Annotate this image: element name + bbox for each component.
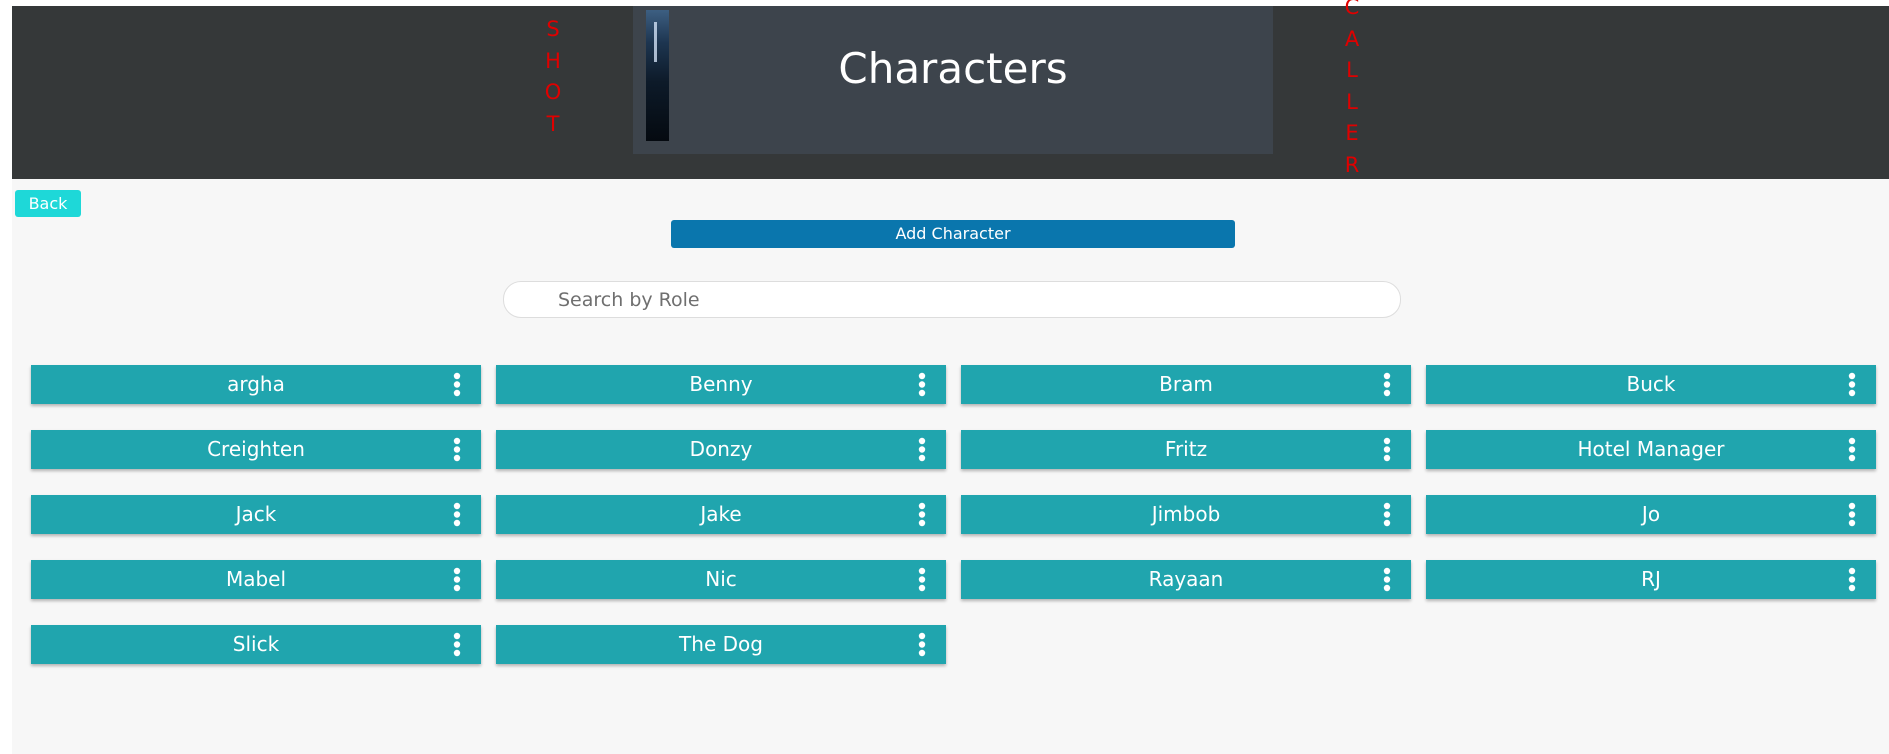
character-card[interactable]: Fritz xyxy=(961,430,1411,469)
character-name: RJ xyxy=(1641,567,1661,591)
character-card[interactable]: Jimbob xyxy=(961,495,1411,534)
character-card[interactable]: RJ xyxy=(1426,560,1876,599)
more-vertical-icon[interactable] xyxy=(912,434,932,465)
more-vertical-icon[interactable] xyxy=(447,499,467,530)
more-vertical-icon[interactable] xyxy=(447,369,467,400)
more-vertical-icon[interactable] xyxy=(447,434,467,465)
characters-grid: argha Benny Bram Buck Creighten Donzy Fritz Hot… xyxy=(31,365,1876,664)
character-name: Jo xyxy=(1641,502,1661,526)
character-card[interactable]: Rayaan xyxy=(961,560,1411,599)
character-name: Jake xyxy=(700,502,742,526)
shot-vertical-text: S H O T xyxy=(544,17,562,136)
more-vertical-icon[interactable] xyxy=(447,629,467,660)
page: S H O T Characters C A L L E R Back Add … xyxy=(12,0,1889,754)
character-card[interactable]: Creighten xyxy=(31,430,481,469)
character-name: Benny xyxy=(689,372,753,396)
character-card[interactable]: Jack xyxy=(31,495,481,534)
add-character-button[interactable]: Add Character xyxy=(671,220,1235,248)
more-vertical-icon[interactable] xyxy=(447,564,467,595)
more-vertical-icon[interactable] xyxy=(912,629,932,660)
more-vertical-icon[interactable] xyxy=(1842,499,1862,530)
header: S H O T Characters C A L L E R xyxy=(12,0,1889,179)
character-name: Mabel xyxy=(225,567,287,591)
character-card[interactable]: Donzy xyxy=(496,430,946,469)
character-card[interactable]: Jake xyxy=(496,495,946,534)
character-card[interactable]: Hotel Manager xyxy=(1426,430,1876,469)
character-name: Jimbob xyxy=(1151,502,1221,526)
character-name: Rayaan xyxy=(1148,567,1224,591)
character-name: Slick xyxy=(232,632,280,656)
search-by-role-input[interactable] xyxy=(503,281,1401,318)
more-vertical-icon[interactable] xyxy=(912,499,932,530)
title-panel: Characters xyxy=(633,6,1273,154)
more-vertical-icon[interactable] xyxy=(912,564,932,595)
character-name: Creighten xyxy=(207,437,305,461)
character-card[interactable]: Slick xyxy=(31,625,481,664)
character-card[interactable]: Benny xyxy=(496,365,946,404)
character-card[interactable]: Buck xyxy=(1426,365,1876,404)
character-name: Hotel Manager xyxy=(1577,437,1725,461)
more-vertical-icon[interactable] xyxy=(1377,499,1397,530)
character-name: Nic xyxy=(705,567,737,591)
character-name: The Dog xyxy=(679,632,763,656)
more-vertical-icon[interactable] xyxy=(912,369,932,400)
character-card[interactable]: Mabel xyxy=(31,560,481,599)
page-title: Characters xyxy=(838,44,1068,93)
character-name: Jack xyxy=(235,502,277,526)
character-card[interactable]: The Dog xyxy=(496,625,946,664)
character-name: Bram xyxy=(1159,372,1213,396)
more-vertical-icon[interactable] xyxy=(1842,369,1862,400)
character-name: argha xyxy=(227,372,285,396)
character-name: Buck xyxy=(1626,372,1676,396)
more-vertical-icon[interactable] xyxy=(1377,434,1397,465)
more-vertical-icon[interactable] xyxy=(1377,564,1397,595)
back-button[interactable]: Back xyxy=(15,190,81,217)
character-card[interactable]: Jo xyxy=(1426,495,1876,534)
more-vertical-icon[interactable] xyxy=(1842,434,1862,465)
more-vertical-icon[interactable] xyxy=(1842,564,1862,595)
character-card[interactable]: argha xyxy=(31,365,481,404)
character-name: Fritz xyxy=(1164,437,1208,461)
character-card[interactable]: Bram xyxy=(961,365,1411,404)
character-name: Donzy xyxy=(689,437,753,461)
character-card[interactable]: Nic xyxy=(496,560,946,599)
more-vertical-icon[interactable] xyxy=(1377,369,1397,400)
caller-vertical-text: C A L L E R xyxy=(1344,0,1360,177)
